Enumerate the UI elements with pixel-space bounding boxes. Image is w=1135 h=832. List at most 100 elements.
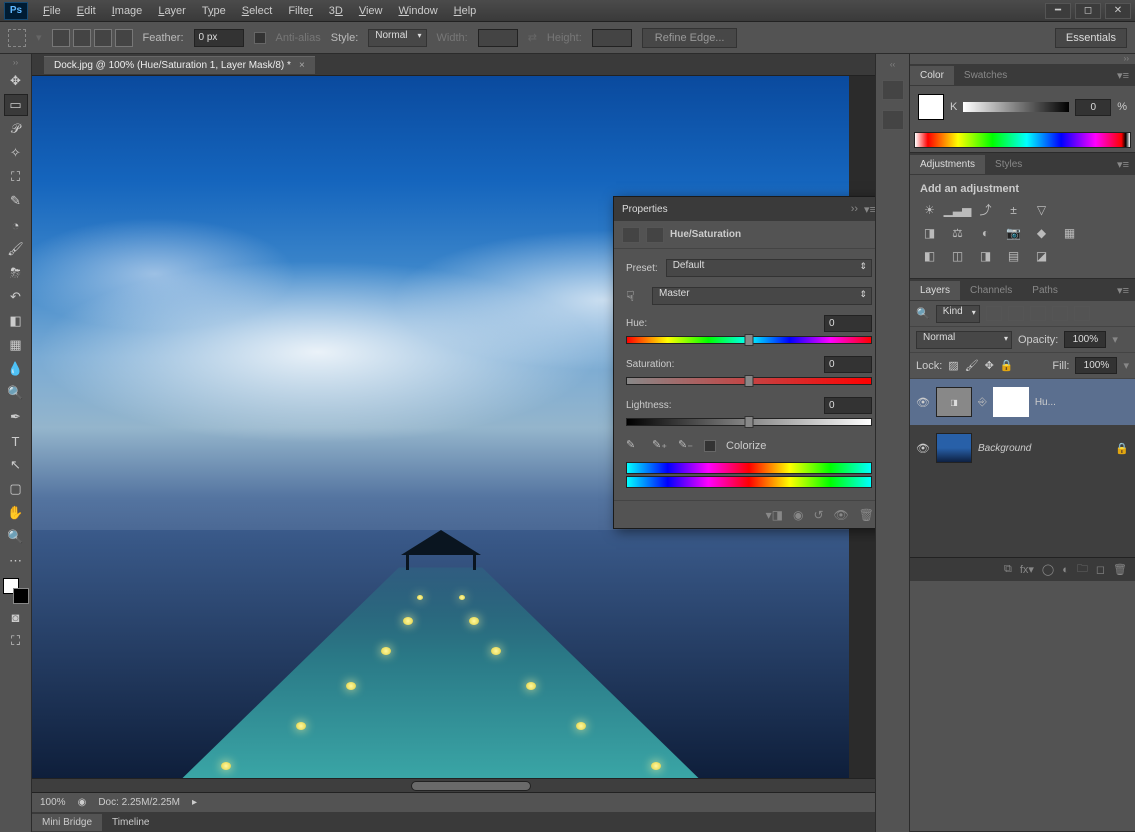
- lock-all-icon[interactable]: 🔒: [1000, 359, 1014, 372]
- reset-icon[interactable]: ↺: [813, 508, 823, 522]
- move-tool[interactable]: ✥: [4, 70, 28, 92]
- color-balance-icon[interactable]: ⚖: [948, 224, 967, 241]
- eyedropper-tool[interactable]: ✎: [4, 190, 28, 212]
- workspace-switcher[interactable]: Essentials: [1055, 28, 1127, 48]
- edit-toolbar[interactable]: ⋯: [4, 550, 28, 572]
- feather-input[interactable]: [194, 29, 244, 47]
- history-brush-tool[interactable]: ↶: [4, 286, 28, 308]
- brush-tool[interactable]: 🖌: [4, 238, 28, 260]
- menu-type[interactable]: Type: [195, 3, 233, 19]
- preset-select[interactable]: Default: [666, 259, 872, 277]
- filter-type-icon[interactable]: [1030, 306, 1046, 321]
- layer-fx-icon[interactable]: fx▾: [1020, 563, 1034, 576]
- path-selection-tool[interactable]: ↖: [4, 454, 28, 476]
- layer-name[interactable]: Hu...: [1035, 397, 1056, 408]
- tab-timeline[interactable]: Timeline: [102, 814, 159, 831]
- adjustment-thumb[interactable]: ◨: [936, 387, 972, 417]
- character-panel-icon[interactable]: [882, 110, 904, 130]
- channel-select[interactable]: Master: [652, 287, 872, 305]
- properties-collapse-icon[interactable]: ››: [851, 203, 858, 216]
- new-layer-icon[interactable]: ◻: [1096, 563, 1105, 576]
- menu-3d[interactable]: 3D: [322, 3, 350, 19]
- levels-icon[interactable]: ▁▃▅: [948, 201, 967, 218]
- horizontal-scrollbar[interactable]: [32, 778, 875, 792]
- adjustments-menu-icon[interactable]: ▾≡: [1111, 158, 1135, 171]
- quickmask-tool[interactable]: ◙: [4, 606, 28, 628]
- mask-thumb[interactable]: [993, 387, 1029, 417]
- tab-swatches[interactable]: Swatches: [954, 66, 1017, 85]
- intersect-selection-icon[interactable]: [115, 29, 133, 47]
- new-fill-adj-icon[interactable]: ◐: [1062, 564, 1069, 576]
- style-select[interactable]: Normal: [368, 29, 426, 47]
- zoom-level[interactable]: 100%: [40, 797, 66, 808]
- hand-scrubby-icon[interactable]: ☟: [626, 288, 644, 305]
- tab-layers[interactable]: Layers: [910, 281, 960, 300]
- status-chevron-icon[interactable]: ▸: [192, 797, 197, 808]
- menu-file[interactable]: File: [36, 3, 68, 19]
- exposure-icon[interactable]: ±: [1004, 201, 1023, 218]
- blur-tool[interactable]: 💧: [4, 358, 28, 380]
- hue-slider[interactable]: [626, 336, 872, 344]
- tab-styles[interactable]: Styles: [985, 155, 1032, 174]
- close-button[interactable]: ✕: [1105, 3, 1131, 19]
- status-icon[interactable]: ◉: [78, 797, 87, 808]
- menu-select[interactable]: Select: [235, 3, 280, 19]
- selective-color-icon[interactable]: ◪: [1032, 247, 1051, 264]
- dodge-tool[interactable]: 🔍: [4, 382, 28, 404]
- add-selection-icon[interactable]: [73, 29, 91, 47]
- hue-input[interactable]: [824, 315, 872, 332]
- delete-adjustment-icon[interactable]: 🗑: [859, 508, 874, 522]
- foreground-background-colors[interactable]: [3, 578, 29, 604]
- maximize-button[interactable]: ◻: [1075, 3, 1101, 19]
- subtract-selection-icon[interactable]: [94, 29, 112, 47]
- type-tool[interactable]: T: [4, 430, 28, 452]
- new-group-icon[interactable]: 🗀: [1077, 560, 1088, 579]
- k-slider[interactable]: [963, 102, 1069, 112]
- hue-saturation-icon[interactable]: ◨: [920, 224, 939, 241]
- mask-icon[interactable]: [646, 227, 664, 243]
- color-swatch[interactable]: [918, 94, 944, 120]
- link-layers-icon[interactable]: ⧉: [1004, 563, 1012, 576]
- saturation-slider[interactable]: [626, 377, 872, 385]
- clone-stamp-tool[interactable]: ⛈: [4, 262, 28, 284]
- new-selection-icon[interactable]: [52, 29, 70, 47]
- layer-item[interactable]: 👁 Background 🔒: [910, 425, 1135, 471]
- healing-brush-tool[interactable]: ◔: [4, 214, 28, 236]
- clip-to-layer-icon[interactable]: ▾◨: [766, 508, 783, 522]
- menu-filter[interactable]: Filter: [281, 3, 319, 19]
- tab-mini-bridge[interactable]: Mini Bridge: [32, 814, 102, 831]
- marquee-tool-icon[interactable]: [8, 29, 26, 47]
- panels-expand-icon[interactable]: ››: [910, 54, 1135, 64]
- minimize-button[interactable]: ━: [1045, 3, 1071, 19]
- lock-position-icon[interactable]: ✥: [985, 359, 994, 372]
- hand-tool[interactable]: ✋: [4, 502, 28, 524]
- layers-menu-icon[interactable]: ▾≡: [1111, 284, 1135, 297]
- lasso-tool[interactable]: 𝒫: [4, 118, 28, 140]
- filter-kind-select[interactable]: Kind: [936, 305, 980, 323]
- color-panel-menu-icon[interactable]: ▾≡: [1111, 69, 1135, 82]
- curves-icon[interactable]: ⤴: [976, 201, 995, 218]
- threshold-icon[interactable]: ◨: [976, 247, 995, 264]
- vibrance-icon[interactable]: ▽: [1032, 201, 1051, 218]
- colorize-checkbox[interactable]: [704, 440, 716, 452]
- visibility-icon[interactable]: 👁: [834, 508, 849, 522]
- black-white-icon[interactable]: ◐: [976, 224, 995, 241]
- view-previous-icon[interactable]: ◉: [793, 508, 803, 522]
- properties-header[interactable]: Properties ›› ▾≡: [614, 197, 875, 221]
- invert-icon[interactable]: ◧: [920, 247, 939, 264]
- posterize-icon[interactable]: ◫: [948, 247, 967, 264]
- filter-adj-icon[interactable]: [1008, 306, 1024, 321]
- zoom-tool[interactable]: 🔍: [4, 526, 28, 548]
- pen-tool[interactable]: ✒: [4, 406, 28, 428]
- eyedropper-subtract-icon[interactable]: ✎₋: [678, 438, 694, 454]
- menu-edit[interactable]: Edit: [70, 3, 103, 19]
- screenmode-tool[interactable]: ⛶: [4, 630, 28, 652]
- eyedropper-add-icon[interactable]: ✎₊: [652, 438, 668, 454]
- magic-wand-tool[interactable]: ✧: [4, 142, 28, 164]
- color-spectrum[interactable]: [914, 132, 1131, 148]
- menu-layer[interactable]: Layer: [151, 3, 193, 19]
- lock-image-icon[interactable]: 🖌: [965, 359, 979, 372]
- background-color[interactable]: [13, 588, 29, 604]
- tab-channels[interactable]: Channels: [960, 281, 1022, 300]
- color-lookup-icon[interactable]: ▦: [1060, 224, 1079, 241]
